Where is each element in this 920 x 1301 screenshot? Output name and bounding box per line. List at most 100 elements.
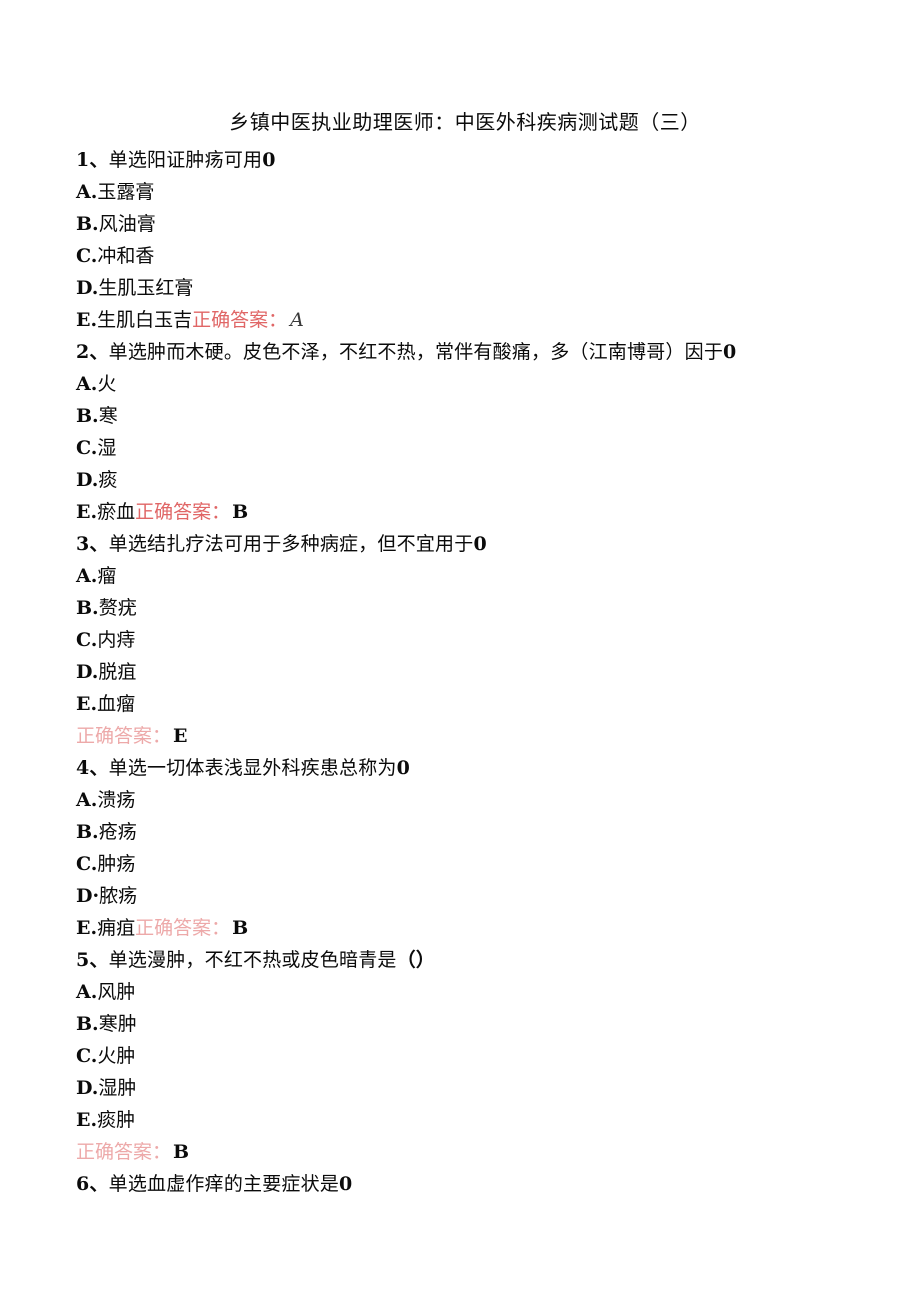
answer-row: 正确答案： B <box>76 1136 860 1168</box>
question-number: 4、 <box>76 757 109 779</box>
question-stem: 6、单选血虚作痒的主要症状是0 <box>76 1168 860 1200</box>
option-key: B. <box>76 821 99 843</box>
option-row[interactable]: D.痰 <box>76 464 860 496</box>
question-number: 2、 <box>76 341 109 363</box>
option-text: 冲和香 <box>97 245 155 267</box>
option-row[interactable]: B.寒肿 <box>76 1008 860 1040</box>
question-type: 单选 <box>108 757 148 779</box>
option-key: C. <box>76 245 98 267</box>
question-number: 6、 <box>76 1173 109 1195</box>
answer-label: 正确答案： <box>135 917 231 939</box>
question-blank-marker: （） <box>396 949 436 971</box>
option-key: D. <box>76 277 99 299</box>
question-type: 单选 <box>108 149 148 171</box>
option-key: A. <box>76 789 98 811</box>
option-key: A. <box>76 565 98 587</box>
question-type: 单选 <box>108 533 148 555</box>
option-key: E. <box>76 1109 98 1131</box>
option-row[interactable]: C.火肿 <box>76 1040 860 1072</box>
option-row[interactable]: C.肿疡 <box>76 848 860 880</box>
answer-row: 正确答案： E <box>76 720 860 752</box>
option-key: A. <box>76 181 98 203</box>
option-row[interactable]: A.玉露膏 <box>76 176 860 208</box>
option-text: 湿 <box>97 437 117 459</box>
option-text: 风油膏 <box>98 213 156 235</box>
option-row[interactable]: E.痰肿 <box>76 1104 860 1136</box>
option-row[interactable]: D·脓疡 <box>76 880 860 912</box>
answer-label: 正确答案： <box>192 309 288 331</box>
question-number: 5、 <box>76 949 109 971</box>
question-stem: 5、单选漫肿，不红不热或皮色暗青是（） <box>76 944 860 976</box>
option-row[interactable]: B.寒 <box>76 400 860 432</box>
option-row[interactable]: A.火 <box>76 368 860 400</box>
option-key: C. <box>76 1045 98 1067</box>
answer-value: A <box>290 309 304 331</box>
option-text: 肿疡 <box>97 853 136 875</box>
option-text: 脓疡 <box>99 885 138 907</box>
option-key: A. <box>76 981 98 1003</box>
option-text: 内痔 <box>97 629 136 651</box>
option-key: C. <box>76 437 98 459</box>
question-blank-marker: 0 <box>339 1173 353 1195</box>
question-type: 单选 <box>108 341 148 363</box>
option-text: 脱疽 <box>98 661 137 683</box>
option-key: E. <box>76 309 98 331</box>
option-row[interactable]: A.风肿 <box>76 976 860 1008</box>
question-text: 阳证肿疡可用 <box>147 149 263 171</box>
question-text: 血虚作痒的主要症状是 <box>147 1173 340 1195</box>
option-text: 火 <box>97 373 117 395</box>
question-text: 肿而木硬。皮色不泽，不红不热，常伴有酸痛，多（江南博哥）因于 <box>147 341 724 363</box>
option-key: C. <box>76 629 98 651</box>
question-list: 1、单选阳证肿疡可用0 A.玉露膏 B.风油膏 C.冲和香 D.生肌玉红膏 E.生肌白玉吉… <box>0 138 920 1200</box>
option-key: E. <box>76 693 98 715</box>
question-text: 一切体表浅显外科疾患总称为 <box>147 757 397 779</box>
answer-label: 正确答案： <box>76 725 172 747</box>
option-text: 疮疡 <box>98 821 137 843</box>
option-key: C. <box>76 853 98 875</box>
option-text: 生肌白玉吉 <box>97 309 193 331</box>
question-text: 结扎疗法可用于多种病症，但不宜用于 <box>147 533 474 555</box>
question-number: 1、 <box>76 149 109 171</box>
option-row[interactable]: E.痈疽正确答案： B <box>76 912 860 944</box>
option-text: 火肿 <box>97 1045 136 1067</box>
option-row[interactable]: D.脱疽 <box>76 656 860 688</box>
answer-label: 正确答案： <box>76 1141 172 1163</box>
option-text: 风肿 <box>97 981 136 1003</box>
option-text: 瘀血 <box>97 501 136 523</box>
option-row[interactable]: B.风油膏 <box>76 208 860 240</box>
answer-label: 正确答案： <box>135 501 231 523</box>
option-text: 痰 <box>98 469 118 491</box>
option-text: 寒肿 <box>98 1013 137 1035</box>
option-row[interactable]: D.湿肿 <box>76 1072 860 1104</box>
option-row[interactable]: E.瘀血正确答案： B <box>76 496 860 528</box>
question-blank-marker: 0 <box>723 341 737 363</box>
option-row[interactable]: D.生肌玉红膏 <box>76 272 860 304</box>
question-type: 单选 <box>108 949 148 971</box>
question-blank-marker: 0 <box>473 533 487 555</box>
question-number: 3、 <box>76 533 109 555</box>
option-text: 痰肿 <box>97 1109 136 1131</box>
option-text: 生肌玉红膏 <box>98 277 194 299</box>
question-stem: 3、单选结扎疗法可用于多种病症，但不宜用于0 <box>76 528 860 560</box>
option-row[interactable]: B.疮疡 <box>76 816 860 848</box>
question-stem: 2、单选肿而木硬。皮色不泽，不红不热，常伴有酸痛，多（江南博哥）因于0 <box>76 336 860 368</box>
option-key: D. <box>76 1077 99 1099</box>
option-row[interactable]: E.生肌白玉吉正确答案： A <box>76 304 860 336</box>
option-row[interactable]: A.溃疡 <box>76 784 860 816</box>
option-row[interactable]: A.瘤 <box>76 560 860 592</box>
question-type: 单选 <box>108 1173 148 1195</box>
option-key: D. <box>76 469 99 491</box>
question-blank-marker: 0 <box>396 757 411 779</box>
option-row[interactable]: B.赘疣 <box>76 592 860 624</box>
option-text: 痈疽 <box>97 917 136 939</box>
option-key: B. <box>76 405 99 427</box>
option-row[interactable]: C.冲和香 <box>76 240 860 272</box>
option-row[interactable]: E.血瘤 <box>76 688 860 720</box>
option-key: B. <box>76 1013 99 1035</box>
option-key: D. <box>76 661 99 683</box>
option-text: 玉露膏 <box>97 181 155 203</box>
option-row[interactable]: C.内痔 <box>76 624 860 656</box>
option-key: D· <box>76 885 100 907</box>
option-text: 溃疡 <box>97 789 136 811</box>
option-row[interactable]: C.湿 <box>76 432 860 464</box>
